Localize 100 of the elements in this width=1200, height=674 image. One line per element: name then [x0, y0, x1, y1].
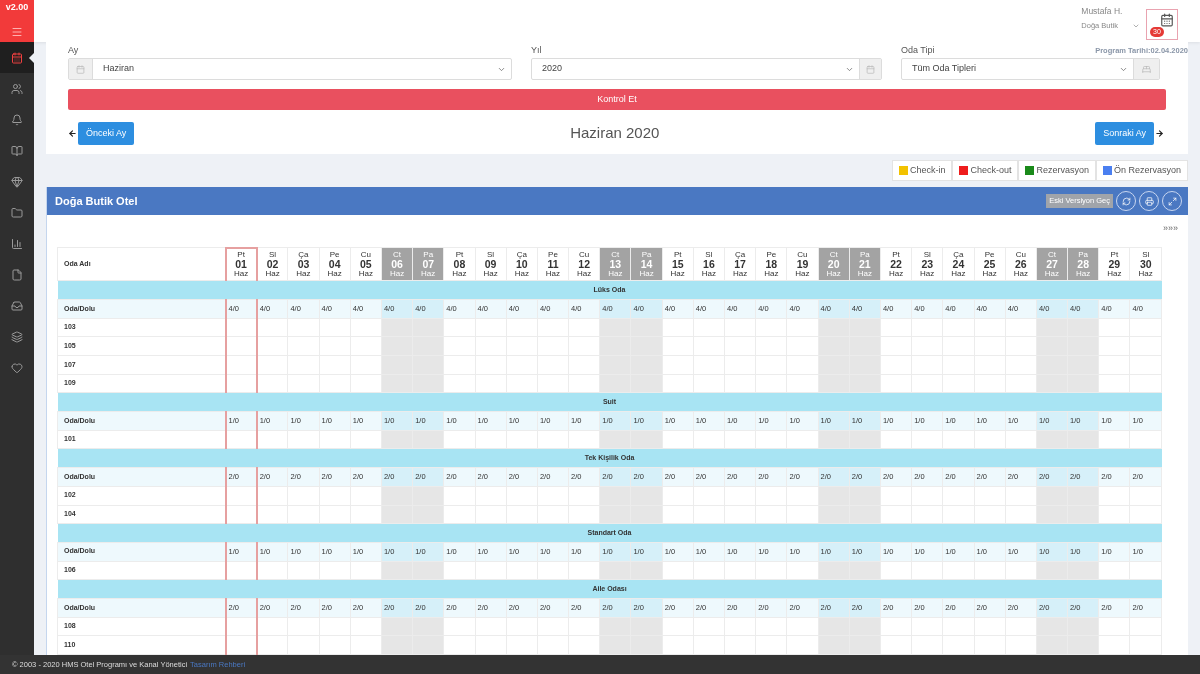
day-number: 09 — [484, 259, 497, 270]
month-label: Haz — [421, 269, 436, 278]
weekday-label: Pa — [641, 251, 652, 259]
bed-icon — [1142, 64, 1151, 74]
month-label: Haz — [982, 269, 997, 278]
month-label: Haz — [296, 269, 311, 278]
weekday-label: Ça — [734, 251, 746, 259]
room-type-select[interactable]: Tüm Oda Tipleri — [901, 58, 1160, 80]
month-label: Haz — [358, 269, 373, 278]
users-icon — [11, 82, 23, 95]
day-number: 28 — [1077, 259, 1089, 270]
day-number: 26 — [1014, 259, 1027, 270]
month-label: Haz — [545, 269, 561, 278]
day-number: 15 — [671, 259, 684, 270]
user-name: Mustafa H. — [1081, 6, 1124, 17]
legend-label: Rezervasyon — [1036, 163, 1089, 177]
day-number: 08 — [453, 259, 466, 270]
weekday-label: Pa — [859, 251, 870, 259]
file-icon — [11, 268, 23, 281]
weekday-label: Cu — [360, 251, 371, 259]
weekday-label: Ça — [516, 251, 527, 259]
select-value: Tüm Oda Tipleri — [911, 62, 978, 76]
day-number: 29 — [1108, 259, 1121, 270]
weekday-label: Sl — [705, 251, 713, 259]
day-number: 11 — [547, 259, 559, 270]
day-number: 01 — [235, 259, 247, 270]
day-number: 06 — [391, 259, 403, 270]
calendar-icon — [76, 64, 85, 74]
month-label: Haz — [1107, 269, 1122, 278]
folder-icon — [11, 206, 23, 219]
field-label: Ay — [68, 44, 80, 56]
month-label: Haz — [483, 269, 498, 278]
weekday-label: Pa — [423, 251, 434, 259]
arrow-right-icon — [1155, 129, 1164, 138]
day-number: 27 — [1046, 259, 1058, 270]
inbox-icon — [11, 299, 23, 312]
month-label: Haz — [795, 269, 810, 278]
sidebar-item[interactable] — [0, 42, 34, 73]
weekday-label: Pa — [1078, 251, 1089, 259]
month-label: Haz — [577, 269, 592, 278]
scroll-more-link[interactable]: »»» — [1162, 224, 1178, 247]
day-number: 30 — [1139, 259, 1152, 270]
month-label: Haz — [1138, 269, 1153, 278]
bar-chart-icon — [11, 237, 23, 250]
weekday-label: Pt — [1110, 251, 1119, 259]
menu-icon[interactable] — [11, 26, 23, 38]
month-label: Haz — [857, 269, 872, 278]
month-label: Haz — [514, 269, 529, 278]
day-number: 19 — [796, 259, 809, 270]
version-label: v2.00 — [5, 3, 29, 12]
month-label: Haz — [233, 269, 249, 278]
month-label: Haz — [826, 269, 841, 278]
weekday-label: Pe — [329, 251, 340, 259]
layers-icon — [11, 330, 23, 343]
month-label: Haz — [732, 269, 748, 278]
weekday-label: Cu — [797, 251, 808, 259]
calendar-icon — [1160, 13, 1174, 27]
day-number: 16 — [703, 259, 715, 270]
month-label: Haz — [670, 269, 685, 278]
weekday-label: Cu — [1015, 251, 1026, 259]
day-number: 17 — [734, 259, 746, 270]
day-number: 14 — [640, 259, 653, 270]
month-label: Haz — [764, 269, 779, 278]
book-icon — [11, 144, 23, 157]
month-label: Haz — [888, 269, 904, 278]
bell-icon — [11, 113, 23, 126]
month-select[interactable]: Haziran — [68, 58, 512, 80]
next-month-button[interactable]: Sonraki Ay — [1095, 122, 1154, 145]
day-number: 18 — [765, 259, 778, 270]
month-label: Haz — [1076, 269, 1091, 278]
month-label: Haz — [951, 269, 966, 278]
select-value: 2020 — [541, 62, 564, 76]
weekday-label: Ct — [611, 251, 620, 259]
day-number: 07 — [422, 259, 435, 270]
day-number: 02 — [266, 259, 279, 270]
field-label: Oda Tipi — [901, 44, 935, 56]
weekday-label: Pt — [892, 251, 900, 259]
month-label: Haz — [452, 269, 467, 278]
weekday-label: Ça — [298, 251, 309, 259]
day-number: 20 — [827, 259, 840, 270]
diamond-icon — [11, 175, 23, 188]
check-button[interactable]: Kontrol Et — [68, 89, 1166, 110]
weekday-label: Ct — [1047, 251, 1056, 259]
weekday-label: Sl — [268, 251, 277, 259]
month-label: Haz — [608, 269, 623, 278]
year-select[interactable]: 2020 — [531, 58, 882, 80]
heart-icon — [11, 361, 23, 374]
calendar-icon — [11, 51, 23, 64]
month-title: Haziran 2020 — [570, 123, 660, 144]
weekday-label: Ça — [953, 251, 964, 259]
day-number: 03 — [297, 259, 310, 270]
weekday-label: Pt — [455, 251, 464, 259]
month-label: Haz — [1013, 269, 1028, 278]
previous-month-button[interactable]: Önceki Ay — [78, 122, 135, 145]
refresh-icon — [1121, 196, 1131, 206]
field-label: Yıl — [531, 44, 543, 56]
month-label: Haz — [920, 269, 935, 278]
month-label: Haz — [389, 269, 405, 278]
day-number: 25 — [983, 259, 996, 270]
month-label: Haz — [1044, 269, 1060, 278]
